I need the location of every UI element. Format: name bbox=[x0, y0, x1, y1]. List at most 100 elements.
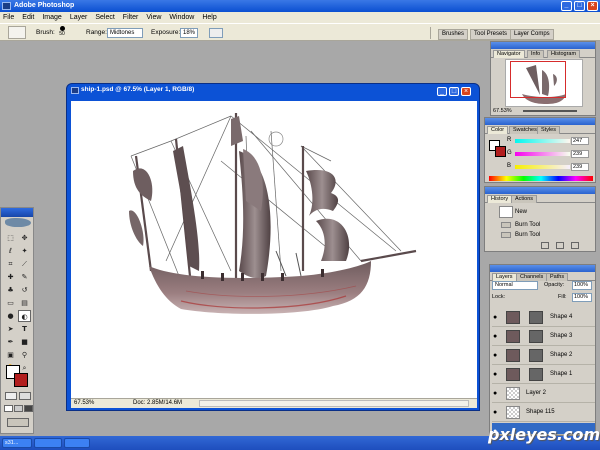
history-brush-tool-icon[interactable]: ↺ bbox=[18, 284, 31, 296]
canvas[interactable] bbox=[71, 101, 477, 407]
navigator-view-box[interactable] bbox=[510, 61, 566, 98]
eye-icon[interactable]: ● bbox=[493, 314, 501, 321]
taskbar-item[interactable]: s31... bbox=[2, 438, 32, 448]
clone-stamp-tool-icon[interactable]: ♣ bbox=[4, 284, 17, 296]
tab-color[interactable]: Color bbox=[487, 126, 509, 134]
adobe-feather-icon[interactable] bbox=[5, 218, 31, 227]
eraser-tool-icon[interactable]: ▭ bbox=[4, 297, 17, 309]
menu-file[interactable]: File bbox=[3, 14, 14, 21]
layer-row[interactable]: ● Shape 2 bbox=[492, 347, 595, 365]
background-color-swatch[interactable] bbox=[14, 373, 28, 387]
tab-info[interactable]: Info bbox=[527, 50, 545, 58]
layer-row[interactable]: ● Shape 4 bbox=[492, 309, 595, 327]
eye-icon[interactable]: ● bbox=[493, 352, 501, 359]
taskbar-item-restore[interactable] bbox=[64, 438, 90, 448]
green-slider[interactable] bbox=[515, 152, 570, 156]
history-row[interactable]: Burn Tool bbox=[487, 230, 591, 240]
panel-header[interactable] bbox=[485, 118, 595, 125]
eye-icon[interactable]: ● bbox=[493, 333, 501, 340]
layer-row[interactable]: ● Layer 2 bbox=[492, 385, 595, 403]
maximize-button[interactable]: □ bbox=[574, 1, 585, 11]
navigator-zoom[interactable]: 67.53% bbox=[493, 108, 512, 114]
marquee-tool-icon[interactable]: ⬚ bbox=[4, 232, 17, 244]
pen-tool-icon[interactable]: ✒ bbox=[4, 336, 17, 348]
slice-tool-icon[interactable]: ⟋ bbox=[18, 258, 31, 270]
eye-icon[interactable]: ● bbox=[493, 409, 501, 416]
eye-icon[interactable]: ● bbox=[493, 390, 501, 397]
layer-row[interactable]: ● Shape 115 bbox=[492, 404, 595, 422]
menu-help[interactable]: Help bbox=[202, 14, 216, 21]
snapshot-icon[interactable] bbox=[556, 242, 564, 249]
screen-mode-standard-icon[interactable] bbox=[4, 405, 13, 412]
minimize-button[interactable]: _ bbox=[561, 1, 572, 11]
tab-layers[interactable]: Layers bbox=[492, 273, 517, 281]
color-ramp[interactable] bbox=[489, 176, 593, 181]
red-slider[interactable] bbox=[515, 139, 570, 143]
blue-value[interactable]: 239 bbox=[571, 163, 589, 171]
tab-channels[interactable]: Channels bbox=[516, 273, 548, 281]
imageready-jump-icon[interactable] bbox=[7, 418, 29, 427]
range-select[interactable]: Midtones bbox=[107, 28, 143, 38]
toolbox-header[interactable] bbox=[1, 208, 33, 217]
airbrush-toggle[interactable] bbox=[209, 28, 223, 38]
screen-mode-full-icon[interactable] bbox=[24, 405, 33, 412]
blur-tool-icon[interactable]: ● bbox=[4, 310, 17, 322]
path-selection-tool-icon[interactable]: ➤ bbox=[4, 323, 17, 335]
standard-mode-icon[interactable] bbox=[5, 392, 17, 400]
tab-navigator[interactable]: Navigator bbox=[493, 50, 525, 58]
dodge-tool-icon[interactable]: ◐ bbox=[18, 310, 31, 322]
layer-row[interactable]: ● Shape 3 bbox=[492, 328, 595, 346]
tool-preset-picker[interactable] bbox=[8, 26, 26, 39]
well-layer-comps[interactable]: Layer Comps bbox=[510, 29, 554, 40]
exposure-input[interactable]: 18% bbox=[180, 28, 198, 38]
panel-header[interactable] bbox=[490, 265, 595, 272]
zoom-level[interactable]: 67.53% bbox=[74, 399, 94, 408]
red-value[interactable]: 247 bbox=[571, 137, 589, 145]
doc-maximize-button[interactable]: □ bbox=[449, 87, 459, 96]
blue-slider[interactable] bbox=[515, 165, 570, 169]
history-row[interactable]: Burn Tool bbox=[487, 220, 591, 230]
menu-window[interactable]: Window bbox=[169, 14, 194, 21]
notes-tool-icon[interactable]: ▣ bbox=[4, 349, 17, 361]
opacity-input[interactable]: 100% bbox=[572, 281, 592, 290]
horizontal-scrollbar[interactable] bbox=[199, 400, 469, 407]
panel-header[interactable] bbox=[485, 187, 595, 194]
menu-view[interactable]: View bbox=[146, 14, 161, 21]
blend-mode-select[interactable]: Normal bbox=[492, 281, 538, 290]
tab-actions[interactable]: Actions bbox=[511, 195, 538, 203]
lasso-tool-icon[interactable]: ℓ bbox=[4, 245, 17, 257]
brush-tool-icon[interactable]: ✎ bbox=[18, 271, 31, 283]
trash-icon[interactable] bbox=[571, 242, 579, 249]
history-snapshot[interactable]: New bbox=[487, 205, 591, 219]
menu-layer[interactable]: Layer bbox=[70, 14, 88, 21]
layer-row[interactable]: ● Shape 1 bbox=[492, 366, 595, 384]
eyedropper-tool-icon[interactable]: ⚲ bbox=[18, 349, 31, 361]
menu-edit[interactable]: Edit bbox=[22, 14, 34, 21]
well-tool-presets[interactable]: Tool Presets bbox=[470, 29, 512, 40]
panel-header[interactable] bbox=[491, 42, 595, 49]
taskbar-item[interactable] bbox=[34, 438, 62, 448]
tab-histogram[interactable]: Histogram bbox=[547, 50, 581, 58]
shape-tool-icon[interactable]: ■ bbox=[18, 336, 31, 348]
tab-paths[interactable]: Paths bbox=[546, 273, 569, 281]
color-background-swatch[interactable] bbox=[495, 146, 506, 157]
menu-image[interactable]: Image bbox=[42, 14, 61, 21]
gradient-tool-icon[interactable]: ▤ bbox=[18, 297, 31, 309]
tab-history[interactable]: History bbox=[487, 195, 513, 203]
tab-styles[interactable]: Styles bbox=[537, 126, 560, 134]
magic-wand-tool-icon[interactable]: ✦ bbox=[18, 245, 31, 257]
healing-brush-tool-icon[interactable]: ✚ bbox=[4, 271, 17, 283]
brush-picker[interactable]: 50 bbox=[56, 26, 68, 39]
eye-icon[interactable]: ● bbox=[493, 371, 501, 378]
navigator-zoom-slider[interactable] bbox=[523, 110, 577, 112]
crop-tool-icon[interactable]: ⌗ bbox=[4, 258, 17, 270]
type-tool-icon[interactable]: T bbox=[18, 323, 31, 335]
doc-minimize-button[interactable]: _ bbox=[437, 87, 447, 96]
menu-filter[interactable]: Filter bbox=[123, 14, 139, 21]
quick-mask-icon[interactable] bbox=[19, 392, 31, 400]
doc-close-button[interactable]: × bbox=[461, 87, 471, 96]
screen-mode-full-menu-icon[interactable] bbox=[14, 405, 23, 412]
close-button[interactable]: × bbox=[587, 1, 598, 11]
well-brushes[interactable]: Brushes bbox=[438, 29, 469, 40]
fill-input[interactable]: 100% bbox=[572, 293, 592, 302]
